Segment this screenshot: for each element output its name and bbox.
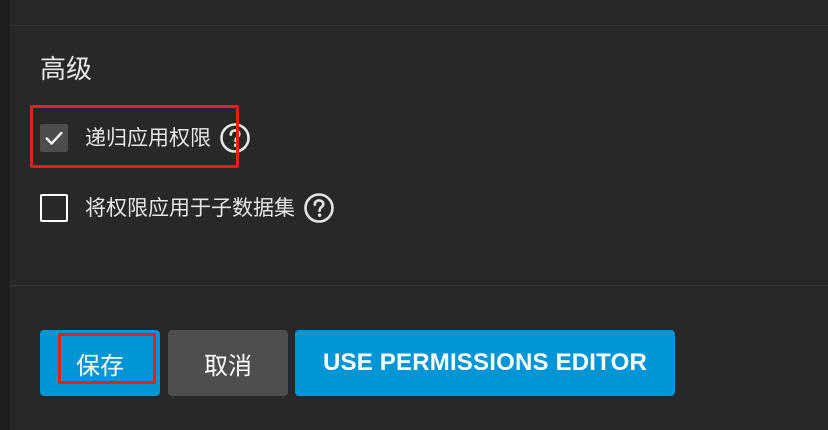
permissions-panel: 高级 递归应用权限 将权限应用于子数据集 保存 取消 USE PERMISSIO… bbox=[10, 0, 828, 430]
use-permissions-editor-button[interactable]: USE PERMISSIONS EDITOR bbox=[295, 330, 675, 396]
apply-to-child-datasets-label[interactable]: 将权限应用于子数据集 bbox=[85, 193, 295, 223]
apply-to-child-datasets-checkbox[interactable] bbox=[40, 194, 68, 222]
highlight-recursive-option bbox=[30, 105, 239, 168]
apply-to-child-datasets-option[interactable]: 将权限应用于子数据集 bbox=[40, 192, 335, 224]
help-circle-icon[interactable] bbox=[303, 192, 335, 224]
top-divider bbox=[10, 25, 828, 26]
actions-divider bbox=[10, 285, 828, 286]
highlight-save-button bbox=[58, 333, 156, 384]
section-title: 高级 bbox=[40, 55, 93, 85]
cancel-button[interactable]: 取消 bbox=[168, 330, 288, 396]
